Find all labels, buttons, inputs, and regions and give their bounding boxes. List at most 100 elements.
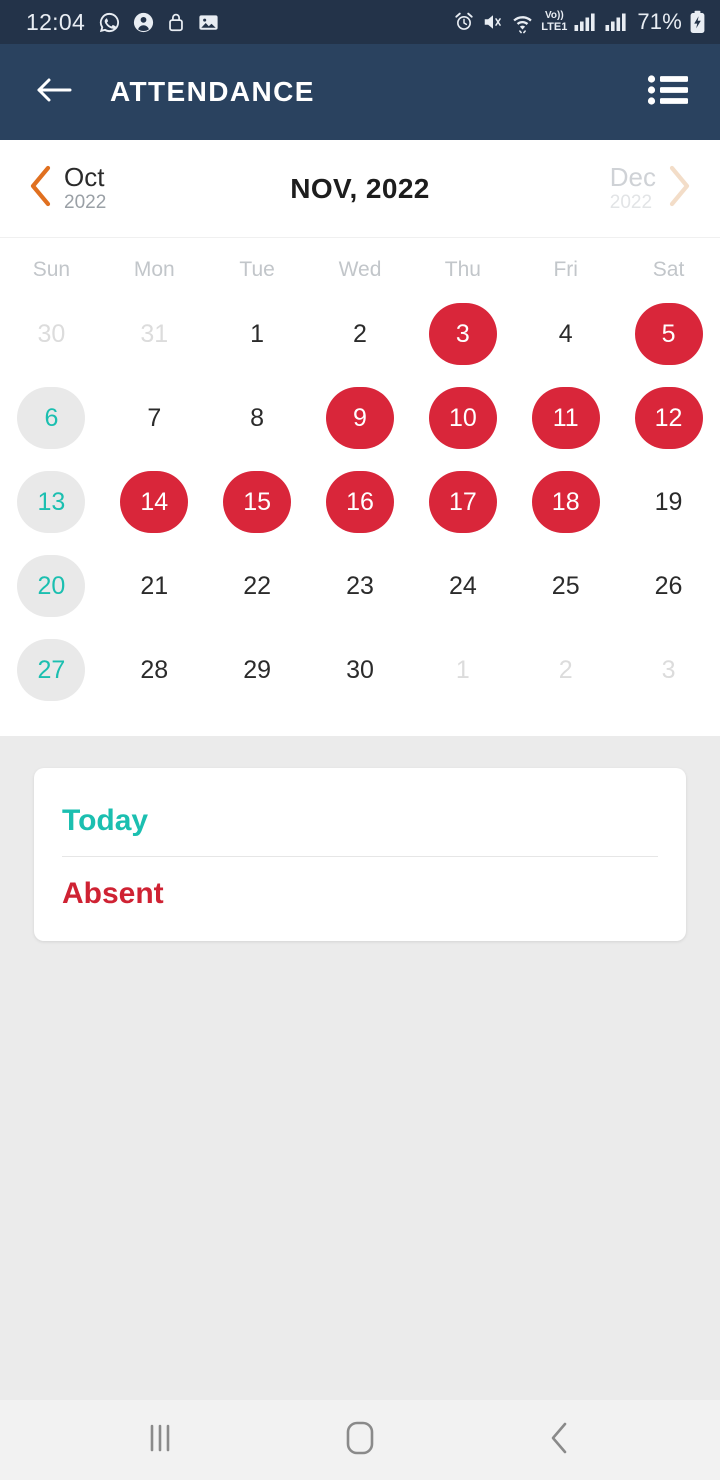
- calendar-day-cell[interactable]: 15: [206, 460, 309, 544]
- app-screen: 12:04 Vo)) LTE1 71% ATTENDANCE Oct 2022 …: [0, 0, 720, 1480]
- calendar-day-normal: 21: [140, 571, 169, 600]
- calendar-day-cell[interactable]: 30: [0, 292, 103, 376]
- status-bar-clock: 12:04: [26, 8, 86, 35]
- battery-charging-icon: [689, 10, 706, 34]
- back-button-system[interactable]: [515, 1410, 605, 1470]
- calendar-day-normal: 8: [250, 403, 265, 432]
- next-month-year: 2022: [609, 192, 653, 214]
- weekday-wed: Wed: [338, 258, 382, 281]
- weekday-thu: Thu: [444, 258, 481, 281]
- recents-button[interactable]: [115, 1410, 205, 1470]
- calendar-day-muted: 1: [455, 655, 470, 684]
- calendar-day-cell[interactable]: 27: [0, 628, 103, 712]
- lock-icon: [166, 11, 186, 33]
- app-bar: ATTENDANCE: [0, 44, 720, 140]
- calendar-day-cell[interactable]: 5: [617, 292, 720, 376]
- gallery-icon: [197, 11, 220, 34]
- calendar-day-today: 6: [17, 387, 86, 449]
- system-nav-bar: [0, 1400, 720, 1480]
- calendar-day-cell[interactable]: 31: [103, 292, 206, 376]
- alarm-icon: [453, 11, 475, 33]
- calendar-day-cell[interactable]: 9: [309, 376, 412, 460]
- calendar-day-cell[interactable]: 28: [103, 628, 206, 712]
- calendar-day-muted: 2: [558, 655, 573, 684]
- legend-today-label: Today: [62, 804, 149, 837]
- weekday-header-row: Sun Mon Tue Wed Thu Fri Sat: [0, 238, 720, 292]
- calendar-day-today: 20: [17, 555, 86, 617]
- calendar-day-today: 13: [17, 471, 86, 533]
- month-navigation: Oct 2022 NOV, 2022 Dec 2022: [0, 140, 720, 238]
- calendar-day-cell[interactable]: 19: [617, 460, 720, 544]
- calendar-day-cell[interactable]: 18: [514, 460, 617, 544]
- calendar-day-muted: 3: [661, 655, 676, 684]
- calendar-day-normal: 7: [147, 403, 162, 432]
- calendar-day-cell[interactable]: 20: [0, 544, 103, 628]
- calendar-day-normal: 23: [346, 571, 374, 600]
- status-bar: 12:04 Vo)) LTE1 71%: [0, 0, 720, 44]
- calendar-day-cell[interactable]: 6: [0, 376, 103, 460]
- back-button[interactable]: [30, 68, 78, 116]
- calendar-day-cell[interactable]: 22: [206, 544, 309, 628]
- volte-icon: Vo)) LTE1: [541, 10, 568, 33]
- calendar-day-absent: 11: [531, 387, 600, 449]
- weekday-tue: Tue: [239, 258, 275, 281]
- chevron-right-icon: [664, 163, 694, 214]
- weekday-mon: Mon: [133, 258, 175, 281]
- calendar-day-cell[interactable]: 21: [103, 544, 206, 628]
- calendar-day-absent: 16: [325, 471, 394, 533]
- signal-sim1-icon: [573, 11, 597, 33]
- calendar-day-cell[interactable]: 1: [206, 292, 309, 376]
- calendar-day-cell[interactable]: 16: [309, 460, 412, 544]
- whatsapp-icon: [98, 11, 121, 34]
- calendar-day-cell[interactable]: 7: [103, 376, 206, 460]
- calendar-day-cell[interactable]: 30: [309, 628, 412, 712]
- list-menu-button[interactable]: [642, 68, 694, 116]
- calendar-day-cell[interactable]: 23: [309, 544, 412, 628]
- calendar-day-cell[interactable]: 24: [411, 544, 514, 628]
- calendar-day-cell[interactable]: 12: [617, 376, 720, 460]
- calendar-day-cell[interactable]: 2: [514, 628, 617, 712]
- calendar-day-cell[interactable]: 3: [411, 292, 514, 376]
- calendar-day-normal: 2: [353, 319, 367, 348]
- calendar-day-muted: 30: [37, 319, 66, 348]
- calendar-day-absent: 18: [531, 471, 600, 533]
- home-button[interactable]: [315, 1410, 405, 1470]
- calendar-day-absent: 17: [428, 471, 497, 533]
- weekday-sat: Sat: [652, 258, 685, 281]
- calendar-day-cell[interactable]: 25: [514, 544, 617, 628]
- calendar-day-cell[interactable]: 2: [309, 292, 412, 376]
- status-bar-left: 12:04: [26, 9, 220, 36]
- arrow-left-icon: [34, 74, 74, 111]
- calendar-day-cell[interactable]: 10: [411, 376, 514, 460]
- calendar-day-cell[interactable]: 26: [617, 544, 720, 628]
- calendar-day-absent: 14: [120, 471, 189, 533]
- content-area: Today Absent: [0, 736, 720, 1400]
- calendar-day-normal: 1: [250, 319, 265, 348]
- calendar-day-cell[interactable]: 13: [0, 460, 103, 544]
- page-title: ATTENDANCE: [110, 76, 315, 107]
- calendar-day-cell[interactable]: 17: [411, 460, 514, 544]
- calendar-panel: Oct 2022 NOV, 2022 Dec 2022 Sun Mon Tue …: [0, 140, 720, 736]
- home-icon: [344, 1420, 376, 1461]
- calendar-day-cell[interactable]: 3: [617, 628, 720, 712]
- calendar-day-absent: 9: [325, 387, 394, 449]
- calendar-day-cell[interactable]: 4: [514, 292, 617, 376]
- calendar-day-cell[interactable]: 14: [103, 460, 206, 544]
- calendar-day-today: 27: [17, 639, 86, 701]
- wifi-icon: [511, 11, 534, 34]
- calendar-day-cell[interactable]: 29: [206, 628, 309, 712]
- calendar-day-absent: 10: [428, 387, 497, 449]
- calendar-day-normal: 25: [551, 571, 580, 600]
- calendar-day-absent: 5: [634, 303, 703, 365]
- battery-percent-label: 71%: [637, 9, 682, 34]
- next-month-button[interactable]: Dec 2022: [610, 163, 694, 214]
- calendar-day-absent: 12: [634, 387, 703, 449]
- next-month-label: Dec 2022: [609, 163, 656, 214]
- calendar-day-cell[interactable]: 1: [411, 628, 514, 712]
- recents-icon: [145, 1422, 175, 1459]
- calendar-day-cell[interactable]: 11: [514, 376, 617, 460]
- calendar-day-absent: 15: [223, 471, 292, 533]
- contact-icon: [132, 11, 155, 34]
- weekday-fri: Fri: [553, 258, 578, 281]
- calendar-day-cell[interactable]: 8: [206, 376, 309, 460]
